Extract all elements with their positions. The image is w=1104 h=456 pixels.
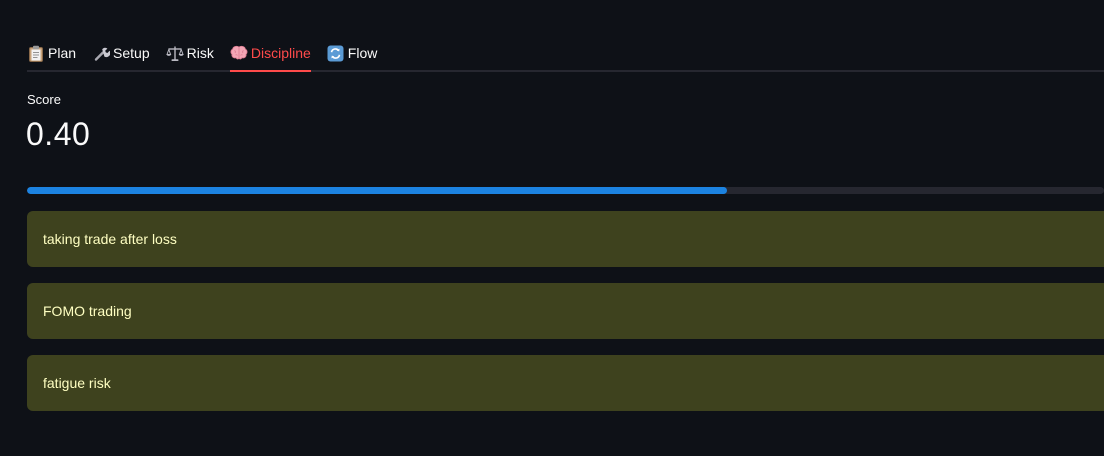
- tab-flow[interactable]: Flow: [327, 36, 378, 70]
- tab-label: Discipline: [250, 45, 311, 61]
- app-page: Plan Setup Risk Discipline Flow Score 0.…: [0, 0, 1104, 456]
- clipboard-icon: [27, 44, 45, 62]
- brain-icon: [230, 44, 248, 62]
- warning-alert: taking trade after loss: [27, 211, 1104, 267]
- warning-list: taking trade after loss FOMO trading fat…: [27, 211, 1104, 427]
- warning-text: FOMO trading: [43, 303, 132, 319]
- scales-icon: [165, 44, 184, 62]
- progress-fill: [27, 187, 728, 194]
- warning-text: fatigue risk: [43, 375, 111, 391]
- tab-plan[interactable]: Plan: [27, 36, 76, 70]
- warning-alert: fatigue risk: [27, 355, 1104, 411]
- tab-label: Setup: [113, 45, 150, 61]
- tab-discipline[interactable]: Discipline: [229, 36, 311, 72]
- tab-bar: Plan Setup Risk Discipline Flow: [27, 36, 1104, 72]
- wrench-icon: [92, 44, 110, 62]
- tab-label: Risk: [186, 45, 214, 61]
- progress-bar: [27, 187, 1104, 194]
- cycle-arrows-icon: [327, 44, 345, 62]
- tab-label: Plan: [48, 45, 77, 61]
- tab-risk[interactable]: Risk: [165, 36, 214, 70]
- metric-value: 0.40: [26, 116, 91, 152]
- tab-setup[interactable]: Setup: [92, 36, 150, 70]
- metric-label: Score: [27, 92, 61, 107]
- warning-alert: FOMO trading: [27, 283, 1104, 339]
- warning-text: taking trade after loss: [43, 231, 177, 247]
- tab-label: Flow: [347, 45, 378, 61]
